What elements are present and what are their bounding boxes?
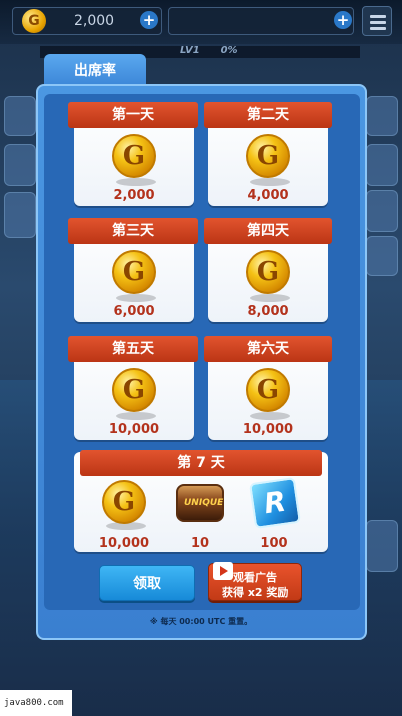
reward-amount: 10,000: [242, 422, 294, 437]
add-coins-button[interactable]: +: [140, 11, 158, 29]
gold-coin-icon: G: [102, 480, 146, 524]
day-label: 第五天: [68, 336, 198, 362]
video-ad-icon: [213, 562, 233, 580]
day-card-6[interactable]: 第六天 G 10,000: [204, 336, 332, 440]
gold-coin-icon: G: [246, 368, 290, 412]
background-tile: [366, 236, 398, 276]
claim-button[interactable]: 领取: [99, 565, 195, 601]
coin-amount: 2,000: [74, 13, 115, 29]
coin-shadow: [116, 294, 156, 302]
reward-amount: 6,000: [113, 304, 155, 319]
day-card-2[interactable]: 第二天 G 4,000: [204, 102, 332, 206]
reward-amount: 100: [260, 536, 288, 551]
background-tile: [4, 192, 36, 238]
reset-note: ※ 每天 00:00 UTC 重置。: [149, 617, 253, 626]
day-label: 第四天: [204, 218, 332, 244]
tab-attendance[interactable]: 出席率: [44, 54, 146, 88]
reward-amount: 8,000: [247, 304, 289, 319]
coin-shadow: [116, 178, 156, 186]
day-card-4[interactable]: 第四天 G 8,000: [204, 218, 332, 322]
coin-icon: G: [22, 9, 46, 33]
menu-icon: [370, 21, 386, 24]
add-gems-button[interactable]: +: [334, 11, 352, 29]
background-tile: [366, 520, 398, 572]
gold-coin-icon: G: [112, 368, 156, 412]
menu-button[interactable]: [362, 6, 392, 36]
day-card-5[interactable]: 第五天 G 10,000: [68, 336, 198, 440]
reward-amount: 2,000: [113, 188, 155, 203]
watermark: java800.com: [0, 690, 72, 716]
day-label: 第三天: [68, 218, 198, 244]
coin-shadow: [250, 412, 290, 420]
gold-coin-icon: G: [246, 134, 290, 178]
reward-amount: 4,000: [247, 188, 289, 203]
day-card-3[interactable]: 第三天 G 6,000: [68, 218, 198, 322]
reward-amount: 10: [190, 536, 210, 551]
level-label: LV1: [180, 45, 200, 56]
day-label: 第六天: [204, 336, 332, 362]
menu-icon: [370, 27, 386, 30]
reward-amount: 10,000: [98, 536, 150, 551]
background-tile: [366, 96, 398, 136]
day-label: 第二天: [204, 102, 332, 128]
coin-shadow: [116, 412, 156, 420]
gold-coin-icon: G: [112, 250, 156, 294]
watch-ad-label: 观看广告: [233, 571, 277, 584]
background-tile: [4, 96, 36, 136]
reward-amount: 10,000: [108, 422, 160, 437]
level-percent: 0%: [220, 45, 238, 56]
level-progress: LV1 0%: [180, 45, 238, 56]
background-tile: [4, 144, 36, 186]
day-label: 第一天: [68, 102, 198, 128]
watch-ad-button[interactable]: 观看广告 获得 x2 奖励: [208, 562, 302, 601]
food-can-icon: UNIQUE: [176, 484, 224, 522]
day-card-1[interactable]: 第一天 G 2,000: [68, 102, 198, 206]
top-hud: G 2,000 + +: [0, 0, 402, 44]
background-tile: [366, 144, 398, 186]
can-label: UNIQUE: [184, 498, 224, 508]
r-tile-icon: R: [249, 477, 301, 529]
gold-coin-icon: G: [112, 134, 156, 178]
menu-icon: [370, 15, 386, 18]
gold-coin-icon: G: [246, 250, 290, 294]
coin-shadow: [250, 178, 290, 186]
background-tile: [366, 190, 398, 232]
double-reward-label: 获得 x2 奖励: [222, 586, 289, 599]
day-label: 第 7 天: [80, 450, 322, 476]
gem-counter: [168, 7, 354, 35]
coin-shadow: [250, 294, 290, 302]
